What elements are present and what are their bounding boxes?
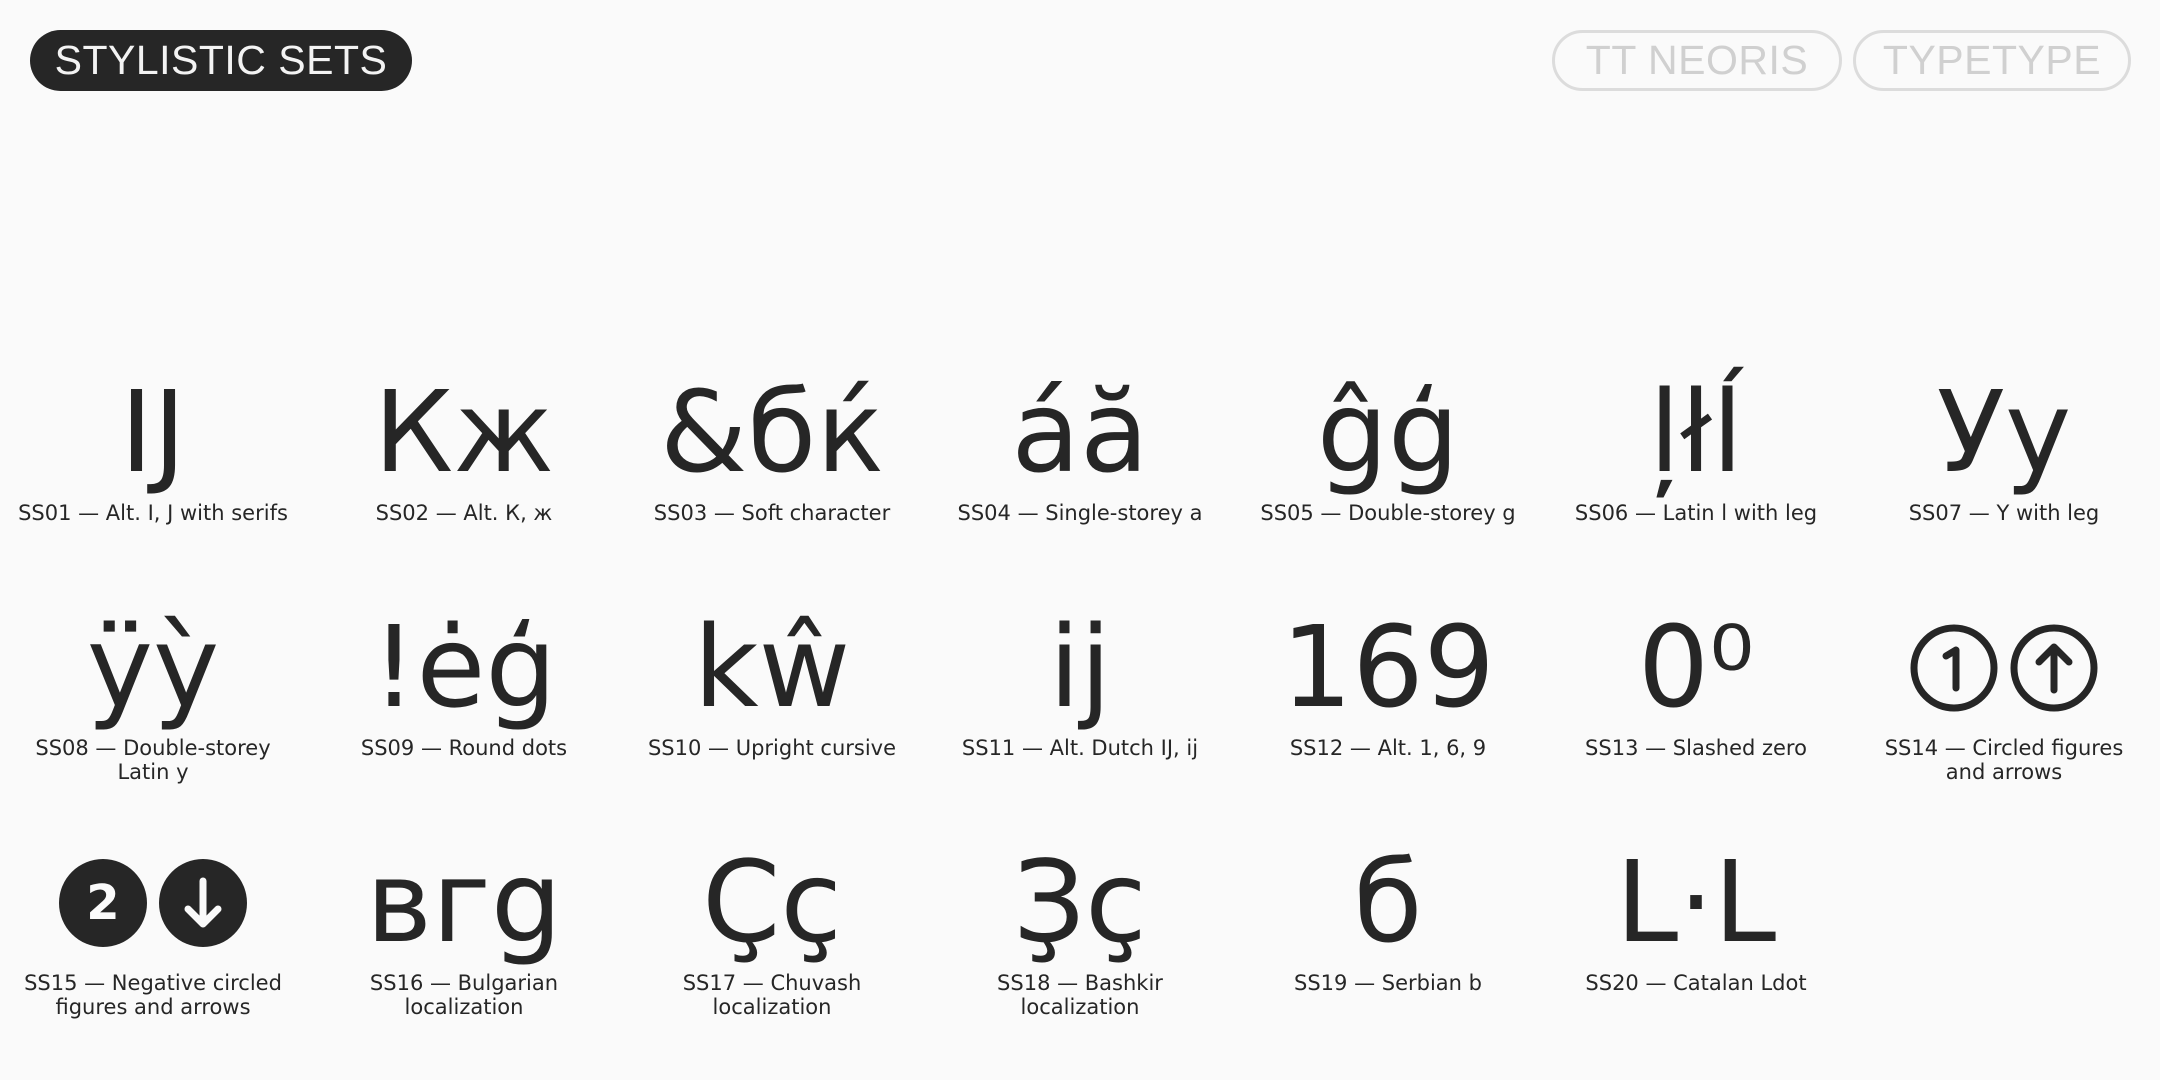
set-glyph-ss19: б: [1353, 838, 1423, 968]
set-cell-ss11: ij SS11 — Alt. Dutch IJ, ij: [930, 603, 1230, 823]
set-caption-ss03: SS03 — Soft character: [653, 501, 891, 525]
set-cell-ss20: L·L SS20 — Catalan Ldot: [1546, 838, 1846, 1058]
set-caption-ss13: SS13 — Slashed zero: [1585, 736, 1807, 760]
set-glyph-ss04: áă: [1011, 368, 1149, 498]
set-cell-ss05: ĝģ SS05 — Double-storey g: [1238, 368, 1538, 588]
foundry-label: TYPETYPE: [1882, 37, 2102, 83]
set-caption-ss11: SS11 — Alt. Dutch IJ, ij: [961, 736, 1199, 760]
circled-one-icon: [1910, 624, 1998, 712]
set-cell-ss17: Çç SS17 — Chuvash localization: [622, 838, 922, 1058]
set-glyph-ss14: [1854, 603, 2154, 733]
set-cell-ss04: áă SS04 — Single-storey a: [930, 368, 1230, 588]
negative-circled-arrow-down-icon: [159, 859, 247, 947]
set-glyph-ss18: Ҙҫ: [1013, 838, 1147, 968]
set-caption-ss04: SS04 — Single-storey a: [957, 501, 1203, 525]
set-glyph-ss11: ij: [1048, 603, 1112, 733]
set-caption-ss01: SS01 — Alt. I, J with serifs: [18, 501, 288, 525]
set-glyph-ss03: &бќ: [659, 368, 885, 498]
set-glyph-ss06: ļłĺ: [1648, 368, 1744, 498]
set-glyph-ss10: kŵ: [693, 603, 851, 733]
set-cell-ss01: IJ SS01 — Alt. I, J with serifs: [3, 368, 303, 588]
set-glyph-ss13: 0⁰: [1637, 603, 1755, 733]
set-glyph-ss16: вгg: [366, 838, 562, 968]
set-cell-ss07: Уу SS07 — Y with leg: [1854, 368, 2154, 588]
set-caption-ss15: SS15 — Negative circled figures and arro…: [24, 971, 282, 1019]
set-cell-ss08: ÿỳ SS08 — Double-storey Latin y: [3, 603, 303, 823]
set-caption-ss19: SS19 — Serbian b: [1294, 971, 1482, 995]
set-glyph-ss02: Кж: [373, 368, 555, 498]
set-glyph-ss17: Çç: [702, 838, 842, 968]
set-caption-ss20: SS20 — Catalan Ldot: [1585, 971, 1807, 995]
set-glyph-ss05: ĝģ: [1316, 368, 1460, 498]
set-caption-ss17: SS17 — Chuvash localization: [682, 971, 862, 1019]
set-cell-ss09: !ėģ SS09 — Round dots: [314, 603, 614, 823]
set-cell-ss03: &бќ SS03 — Soft character: [622, 368, 922, 588]
circled-arrow-up-icon: [2010, 624, 2098, 712]
set-cell-ss16: вгg SS16 — Bulgarian localization: [314, 838, 614, 1058]
set-caption-ss18: SS18 — Bashkir localization: [997, 971, 1163, 1019]
set-cell-ss06: ļłĺ SS06 — Latin l with leg: [1546, 368, 1846, 588]
svg-text:2: 2: [86, 875, 119, 931]
set-cell-ss19: б SS19 — Serbian b: [1238, 838, 1538, 1058]
set-cell-ss12: 169 SS12 — Alt. 1, 6, 9: [1238, 603, 1538, 823]
font-name-pill: TT NEORIS: [1552, 30, 1842, 91]
set-caption-ss02: SS02 — Alt. К, ж: [375, 501, 553, 525]
stylistic-sets-page: STYLISTIC SETS TT NEORIS TYPETYPE IJ SS0…: [0, 0, 2160, 1080]
set-glyph-ss07: Уу: [1936, 368, 2072, 498]
foundry-pill: TYPETYPE: [1853, 30, 2131, 91]
set-glyph-ss08: ÿỳ: [86, 603, 220, 733]
section-title: STYLISTIC SETS: [54, 37, 388, 83]
set-caption-ss16: SS16 — Bulgarian localization: [369, 971, 559, 1019]
set-caption-ss14: SS14 — Circled figures and arrows: [1884, 736, 2124, 784]
negative-circled-two-icon: 2: [59, 859, 147, 947]
set-cell-ss18: Ҙҫ SS18 — Bashkir localization: [930, 838, 1230, 1058]
set-glyph-ss15: 2: [3, 838, 303, 968]
font-name-label: TT NEORIS: [1585, 37, 1809, 83]
set-caption-ss10: SS10 — Upright cursive: [647, 736, 897, 760]
set-cell-ss02: Кж SS02 — Alt. К, ж: [314, 368, 614, 588]
set-glyph-ss01: IJ: [119, 368, 187, 498]
set-glyph-ss12: 169: [1281, 603, 1495, 733]
set-glyph-ss20: L·L: [1615, 838, 1777, 968]
set-caption-ss07: SS07 — Y with leg: [1908, 501, 2100, 525]
set-caption-ss06: SS06 — Latin l with leg: [1574, 501, 1818, 525]
set-cell-ss10: kŵ SS10 — Upright cursive: [622, 603, 922, 823]
set-glyph-ss09: !ėģ: [371, 603, 557, 733]
set-caption-ss08: SS08 — Double-storey Latin y: [35, 736, 271, 784]
set-cell-ss15: 2 SS15 — Negative circled figures and ar…: [3, 838, 303, 1058]
set-caption-ss12: SS12 — Alt. 1, 6, 9: [1289, 736, 1487, 760]
set-cell-ss13: 0⁰ SS13 — Slashed zero: [1546, 603, 1846, 823]
set-caption-ss05: SS05 — Double-storey g: [1260, 501, 1516, 525]
section-title-pill: STYLISTIC SETS: [30, 30, 412, 91]
set-caption-ss09: SS09 — Round dots: [360, 736, 568, 760]
set-cell-ss14: SS14 — Circled figures and arrows: [1854, 603, 2154, 823]
